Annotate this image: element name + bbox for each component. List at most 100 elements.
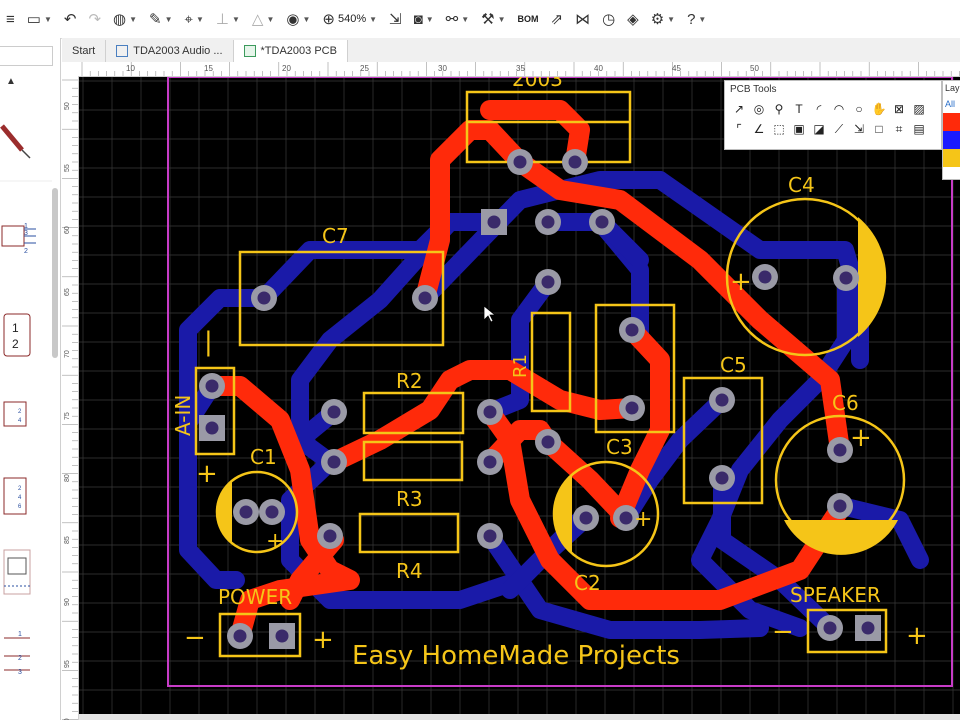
svg-text:4: 4 <box>18 495 22 501</box>
pcb-canvas[interactable]: 2003 C7 C4 R1 C5 C6 R2 C3 R3 C1 R4 C2 A-… <box>79 77 960 715</box>
label-r3: R3 <box>396 487 423 511</box>
export-icon[interactable]: ⇲ <box>383 6 408 32</box>
rect-icon[interactable]: □ <box>869 119 889 139</box>
network-icon[interactable]: ⋈ <box>569 6 596 32</box>
svg-text:1: 1 <box>18 631 22 638</box>
circle-icon[interactable]: ○ <box>849 99 869 119</box>
label-c4: C4 <box>788 173 815 197</box>
layer-silk-yellow[interactable] <box>943 149 960 167</box>
svg-text:2: 2 <box>18 409 22 415</box>
plus-speaker: + <box>906 621 928 651</box>
library-symbols: ▲ 1 3 2 1 2 2 4 2 4 6 1 2 3 <box>0 76 52 676</box>
svg-text:4: 4 <box>18 418 22 424</box>
dimension-icon[interactable]: ⇲ <box>849 119 869 139</box>
c4-polarity-band <box>858 217 887 337</box>
svg-text:95: 95 <box>64 660 71 668</box>
svg-text:65: 65 <box>64 288 71 296</box>
pad-icon[interactable]: ◎ <box>749 99 769 119</box>
svg-text:2: 2 <box>12 337 19 351</box>
hole-icon[interactable]: ⊠ <box>889 99 909 119</box>
svg-text:40: 40 <box>594 64 603 73</box>
copper-area-icon[interactable]: ◪ <box>809 119 829 139</box>
connector-symbol-3pin[interactable]: 1 3 2 <box>1 223 36 255</box>
label-speaker: SPEAKER <box>790 583 881 607</box>
layer-bottom-blue[interactable] <box>943 131 960 149</box>
layers-title: Lay <box>945 83 960 93</box>
help-icon[interactable]: ? ▼ <box>681 6 712 32</box>
bom-button[interactable]: BOM <box>511 6 544 32</box>
more-icon[interactable]: ▤ <box>909 119 929 139</box>
label-power: POWER <box>218 585 292 609</box>
label-c6: C6 <box>832 391 859 415</box>
tab-schematic[interactable]: TDA2003 Audio ... <box>106 40 234 62</box>
label-c1: C1 <box>250 445 277 469</box>
svg-text:50: 50 <box>750 64 759 73</box>
menu-icon[interactable]: ≡ <box>0 6 21 32</box>
svg-text:10: 10 <box>126 64 135 73</box>
measure-icon[interactable]: ⟋ <box>829 119 849 139</box>
tab-start[interactable]: Start <box>62 40 107 62</box>
layers-icon[interactable]: ◈ <box>621 6 645 32</box>
svg-text:3: 3 <box>24 230 28 237</box>
via-icon[interactable]: ⚲ <box>769 99 789 119</box>
history-icon[interactable]: ◷ <box>596 6 621 32</box>
ruler-top: 10 15 20 25 30 35 40 45 50 <box>62 62 960 77</box>
layers-all-toggle[interactable]: All <box>943 97 960 113</box>
camera-icon[interactable]: ◙ ▼ <box>408 6 440 32</box>
polygon-icon[interactable]: ⬚ <box>769 119 789 139</box>
connector-symbol-list[interactable]: 1 2 3 <box>4 631 30 676</box>
region-icon[interactable]: ▣ <box>789 119 809 139</box>
angle-icon[interactable]: ∠ <box>749 119 769 139</box>
main-toolbar: ≡ ▭ ▼ ↶ ↷ ◍ ▼ ✎ ▼ ⌖ ▼ ⊥ ▼ △ ▼ ◉ ▼ ⊕ 540% ▼ ⇲ ◙ ▼ … <box>0 0 960 39</box>
svg-text:85: 85 <box>64 536 71 544</box>
share-icon[interactable]: ⚯ ▼ <box>440 6 476 32</box>
svg-text:55: 55 <box>64 164 71 172</box>
pencil-icon[interactable]: ✎ ▼ <box>143 6 179 32</box>
schematic-file-icon <box>116 45 129 57</box>
header-symbol-6pin[interactable]: 2 4 6 <box>3 477 27 515</box>
text-icon[interactable]: T <box>789 99 809 119</box>
c6-polarity-band <box>784 520 898 555</box>
arc2-icon[interactable]: ◠ <box>829 99 849 119</box>
pcb-tools-title: PCB Tools <box>730 84 777 95</box>
palette-icon[interactable]: ◍ ▼ <box>107 6 143 32</box>
pin-icon[interactable]: ⌖ ▼ <box>179 6 210 32</box>
ruler-left: 50556065707580859095100 <box>62 76 79 720</box>
mouse-cursor <box>483 305 497 323</box>
label-r1: R1 <box>510 354 531 378</box>
header-symbol-2pin-small[interactable]: 2 4 <box>3 401 27 427</box>
gear-icon[interactable]: ⚙ ▼ <box>645 6 681 32</box>
library-scrollbar[interactable] <box>52 188 58 358</box>
corner-icon[interactable]: ⌜ <box>729 119 749 139</box>
svg-text:1: 1 <box>12 321 19 335</box>
tools-icon[interactable]: ⚒ ▼ <box>475 6 511 32</box>
label-c3: C3 <box>606 435 633 459</box>
header-symbol-2pin[interactable]: 1 2 <box>3 313 31 357</box>
triangle-icon[interactable]: △ ▼ <box>246 6 280 32</box>
c1-polarity-band <box>216 480 232 544</box>
align-icon[interactable]: ⊥ ▼ <box>210 6 246 32</box>
undo-icon[interactable]: ↶ <box>58 6 83 32</box>
probe-symbol[interactable] <box>0 124 31 159</box>
label-footer: Easy HomeMade Projects <box>352 641 680 671</box>
tab-pcb[interactable]: *TDA2003 PCB <box>233 40 348 62</box>
svg-text:2: 2 <box>18 655 22 662</box>
zoom-icon[interactable]: ⊕ 540% ▼ <box>316 6 383 32</box>
canvas-hscrollbar[interactable] <box>79 714 960 720</box>
label-c2: C2 <box>574 571 601 595</box>
export-file-icon[interactable]: ⇗ <box>544 6 569 32</box>
hand-icon[interactable]: ✋ <box>869 99 889 119</box>
folder-icon[interactable]: ▭ ▼ <box>21 6 58 32</box>
arc-icon[interactable]: ◜ <box>809 99 829 119</box>
label-a-in: A-IN <box>171 395 195 436</box>
image-icon[interactable]: ▨ <box>909 99 929 119</box>
rj45-symbol[interactable] <box>3 549 31 595</box>
pcb-file-icon <box>243 45 256 57</box>
svg-text:15: 15 <box>204 64 213 73</box>
snap-icon[interactable]: ⌗ <box>889 119 909 139</box>
eye-icon[interactable]: ◉ ▼ <box>280 6 316 32</box>
track-icon[interactable]: ↗ <box>729 99 749 119</box>
layer-top-red[interactable] <box>943 113 960 131</box>
label-r2: R2 <box>396 369 423 393</box>
redo-icon[interactable]: ↷ <box>82 6 107 32</box>
